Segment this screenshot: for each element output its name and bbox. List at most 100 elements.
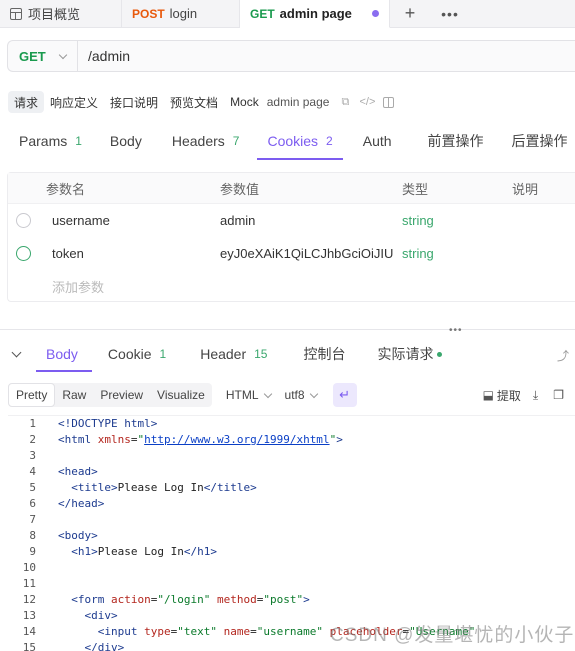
code-line: 7	[8, 512, 575, 528]
response-actions: ⬓ 提取 ⤓ ❐	[471, 382, 567, 408]
tab-count: 2	[326, 134, 333, 148]
tab-label: 项目概览	[28, 7, 81, 22]
extract-label: 提取	[496, 388, 521, 403]
tab-count: 1	[159, 347, 167, 361]
chevron-down-icon	[309, 389, 318, 398]
word-wrap-icon[interactable]: ↵	[332, 383, 357, 407]
tab-project-overview[interactable]: 项目概览	[0, 0, 122, 27]
new-tab-button[interactable]: +	[390, 0, 430, 27]
subnav-request[interactable]: 请求	[8, 91, 45, 113]
tab-label: Header	[200, 346, 247, 362]
param-name-cell[interactable]: username	[38, 213, 220, 228]
param-type-cell[interactable]: string	[402, 213, 512, 228]
panel-divider[interactable]	[0, 329, 575, 330]
tab-pre-processors[interactable]: 前置操作	[418, 122, 502, 160]
tab-get-admin-page[interactable]: GET admin page	[240, 0, 390, 28]
column-header: 参数值	[220, 181, 260, 197]
share-icon[interactable]: ⤴	[557, 347, 569, 364]
extract-button[interactable]: ⬓ 提取	[483, 387, 521, 404]
table-row: username admin string	[8, 204, 575, 237]
more-tabs-button[interactable]: •••	[430, 0, 470, 27]
line-number: 5	[29, 481, 36, 494]
tab-actual-request[interactable]: 实际请求	[365, 336, 454, 372]
tab-params[interactable]: Params 1	[0, 122, 100, 160]
url-input[interactable]: /admin	[78, 48, 130, 64]
code-line: 2 <html xmlns="http://www.w3.org/1999/xht…	[8, 432, 575, 448]
tab-cookies[interactable]: Cookies 2	[257, 122, 344, 160]
tab-label: admin page	[279, 6, 352, 21]
language-select[interactable]: HTML	[225, 388, 272, 402]
table-row: token eyJ0eXAiK1QiLCJhbGciOiJIU string	[8, 237, 575, 270]
param-type-cell[interactable]: string	[402, 246, 512, 261]
code-text: <title>Please Log In</title>	[71, 481, 257, 494]
response-code-view[interactable]: 1 <!DOCTYPE html> 2 <html xmlns="http://www…	[8, 415, 575, 651]
tab-label: Params	[19, 133, 68, 149]
subnav-response-definition[interactable]: 响应定义	[44, 91, 104, 113]
code-line: 1 <!DOCTYPE html>	[8, 416, 575, 432]
line-number: 2	[29, 433, 36, 446]
api-name[interactable]: admin page	[267, 95, 330, 109]
line-number: 12	[22, 593, 36, 606]
tab-label: Cookies	[267, 133, 319, 149]
add-param-placeholder[interactable]: 添加参数	[38, 277, 104, 296]
column-header: 参数名	[46, 181, 86, 197]
row-enable-checkbox[interactable]	[15, 213, 31, 228]
add-param-row[interactable]: 添加参数	[8, 270, 575, 303]
mode-visualize[interactable]: Visualize	[150, 383, 212, 407]
subnav-mock[interactable]: Mock	[224, 91, 265, 113]
chevron-down-icon	[263, 389, 272, 398]
code-text: <head>	[58, 465, 98, 478]
extract-icon: ⬓	[482, 388, 494, 402]
tab-console[interactable]: 控制台	[291, 336, 365, 372]
encoding-select[interactable]: utf8	[285, 388, 318, 402]
tab-post-processors[interactable]: 后置操作	[502, 122, 575, 160]
tab-label: Auth	[362, 133, 392, 149]
tab-post-login[interactable]: POST login	[122, 0, 240, 27]
language-value: HTML	[225, 388, 259, 402]
tab-response-header[interactable]: Header 15	[188, 336, 291, 372]
line-number: 4	[29, 465, 36, 478]
view-mode-group: Pretty Raw Preview Visualize	[8, 383, 212, 407]
drag-handle-icon[interactable]: •••	[449, 325, 463, 336]
tab-count: 7	[232, 134, 240, 148]
param-name-cell[interactable]: token	[38, 246, 220, 261]
column-header: 类型	[402, 181, 429, 197]
line-number: 3	[29, 449, 36, 462]
tab-label: Body	[46, 346, 78, 362]
collapse-response-button[interactable]	[0, 336, 32, 372]
tab-headers[interactable]: Headers 7	[162, 122, 258, 160]
code-icon[interactable]: </>	[360, 96, 376, 108]
chevron-down-icon	[58, 50, 67, 59]
copy-icon[interactable]: ❐	[553, 388, 567, 402]
method-value: GET	[19, 48, 46, 64]
line-number: 7	[29, 513, 36, 526]
tab-label: 实际请求	[377, 346, 434, 362]
subnav-api-description[interactable]: 接口说明	[104, 91, 164, 113]
tab-auth[interactable]: Auth	[343, 122, 418, 160]
unsaved-dot-icon	[372, 10, 379, 17]
code-line: 3	[8, 448, 575, 464]
code-line: 12 <form action="/login" method="post">	[8, 592, 575, 608]
line-number: 14	[22, 625, 36, 638]
param-value-cell[interactable]: eyJ0eXAiK1QiLCJhbGciOiJIU	[220, 246, 402, 261]
subnav-preview-doc[interactable]: 预览文档	[164, 91, 224, 113]
line-number: 11	[22, 577, 36, 590]
table-header: 参数名 参数值 类型 说明	[8, 173, 575, 204]
mode-preview[interactable]: Preview	[93, 383, 150, 407]
layout-icon	[10, 7, 22, 20]
tab-body[interactable]: Body	[100, 122, 162, 160]
mode-raw[interactable]: Raw	[55, 383, 93, 407]
method-select[interactable]: GET	[8, 41, 78, 71]
link-icon[interactable]: ⧉	[339, 96, 351, 108]
code-text: </head>	[58, 497, 105, 510]
tab-response-cookie[interactable]: Cookie 1	[96, 336, 188, 372]
code-line: 8 <body>	[8, 528, 575, 544]
download-icon[interactable]: ⤓	[533, 388, 541, 403]
split-view-icon[interactable]	[383, 96, 395, 108]
code-text: <html xmlns="http://www.w3.org/1999/xhtm…	[58, 433, 343, 446]
tab-response-body[interactable]: Body	[32, 336, 96, 372]
param-value-cell[interactable]: admin	[220, 213, 402, 228]
mode-pretty[interactable]: Pretty	[8, 383, 56, 407]
code-text: <form action="/login" method="post">	[71, 593, 310, 606]
row-enable-checkbox[interactable]	[15, 246, 31, 261]
